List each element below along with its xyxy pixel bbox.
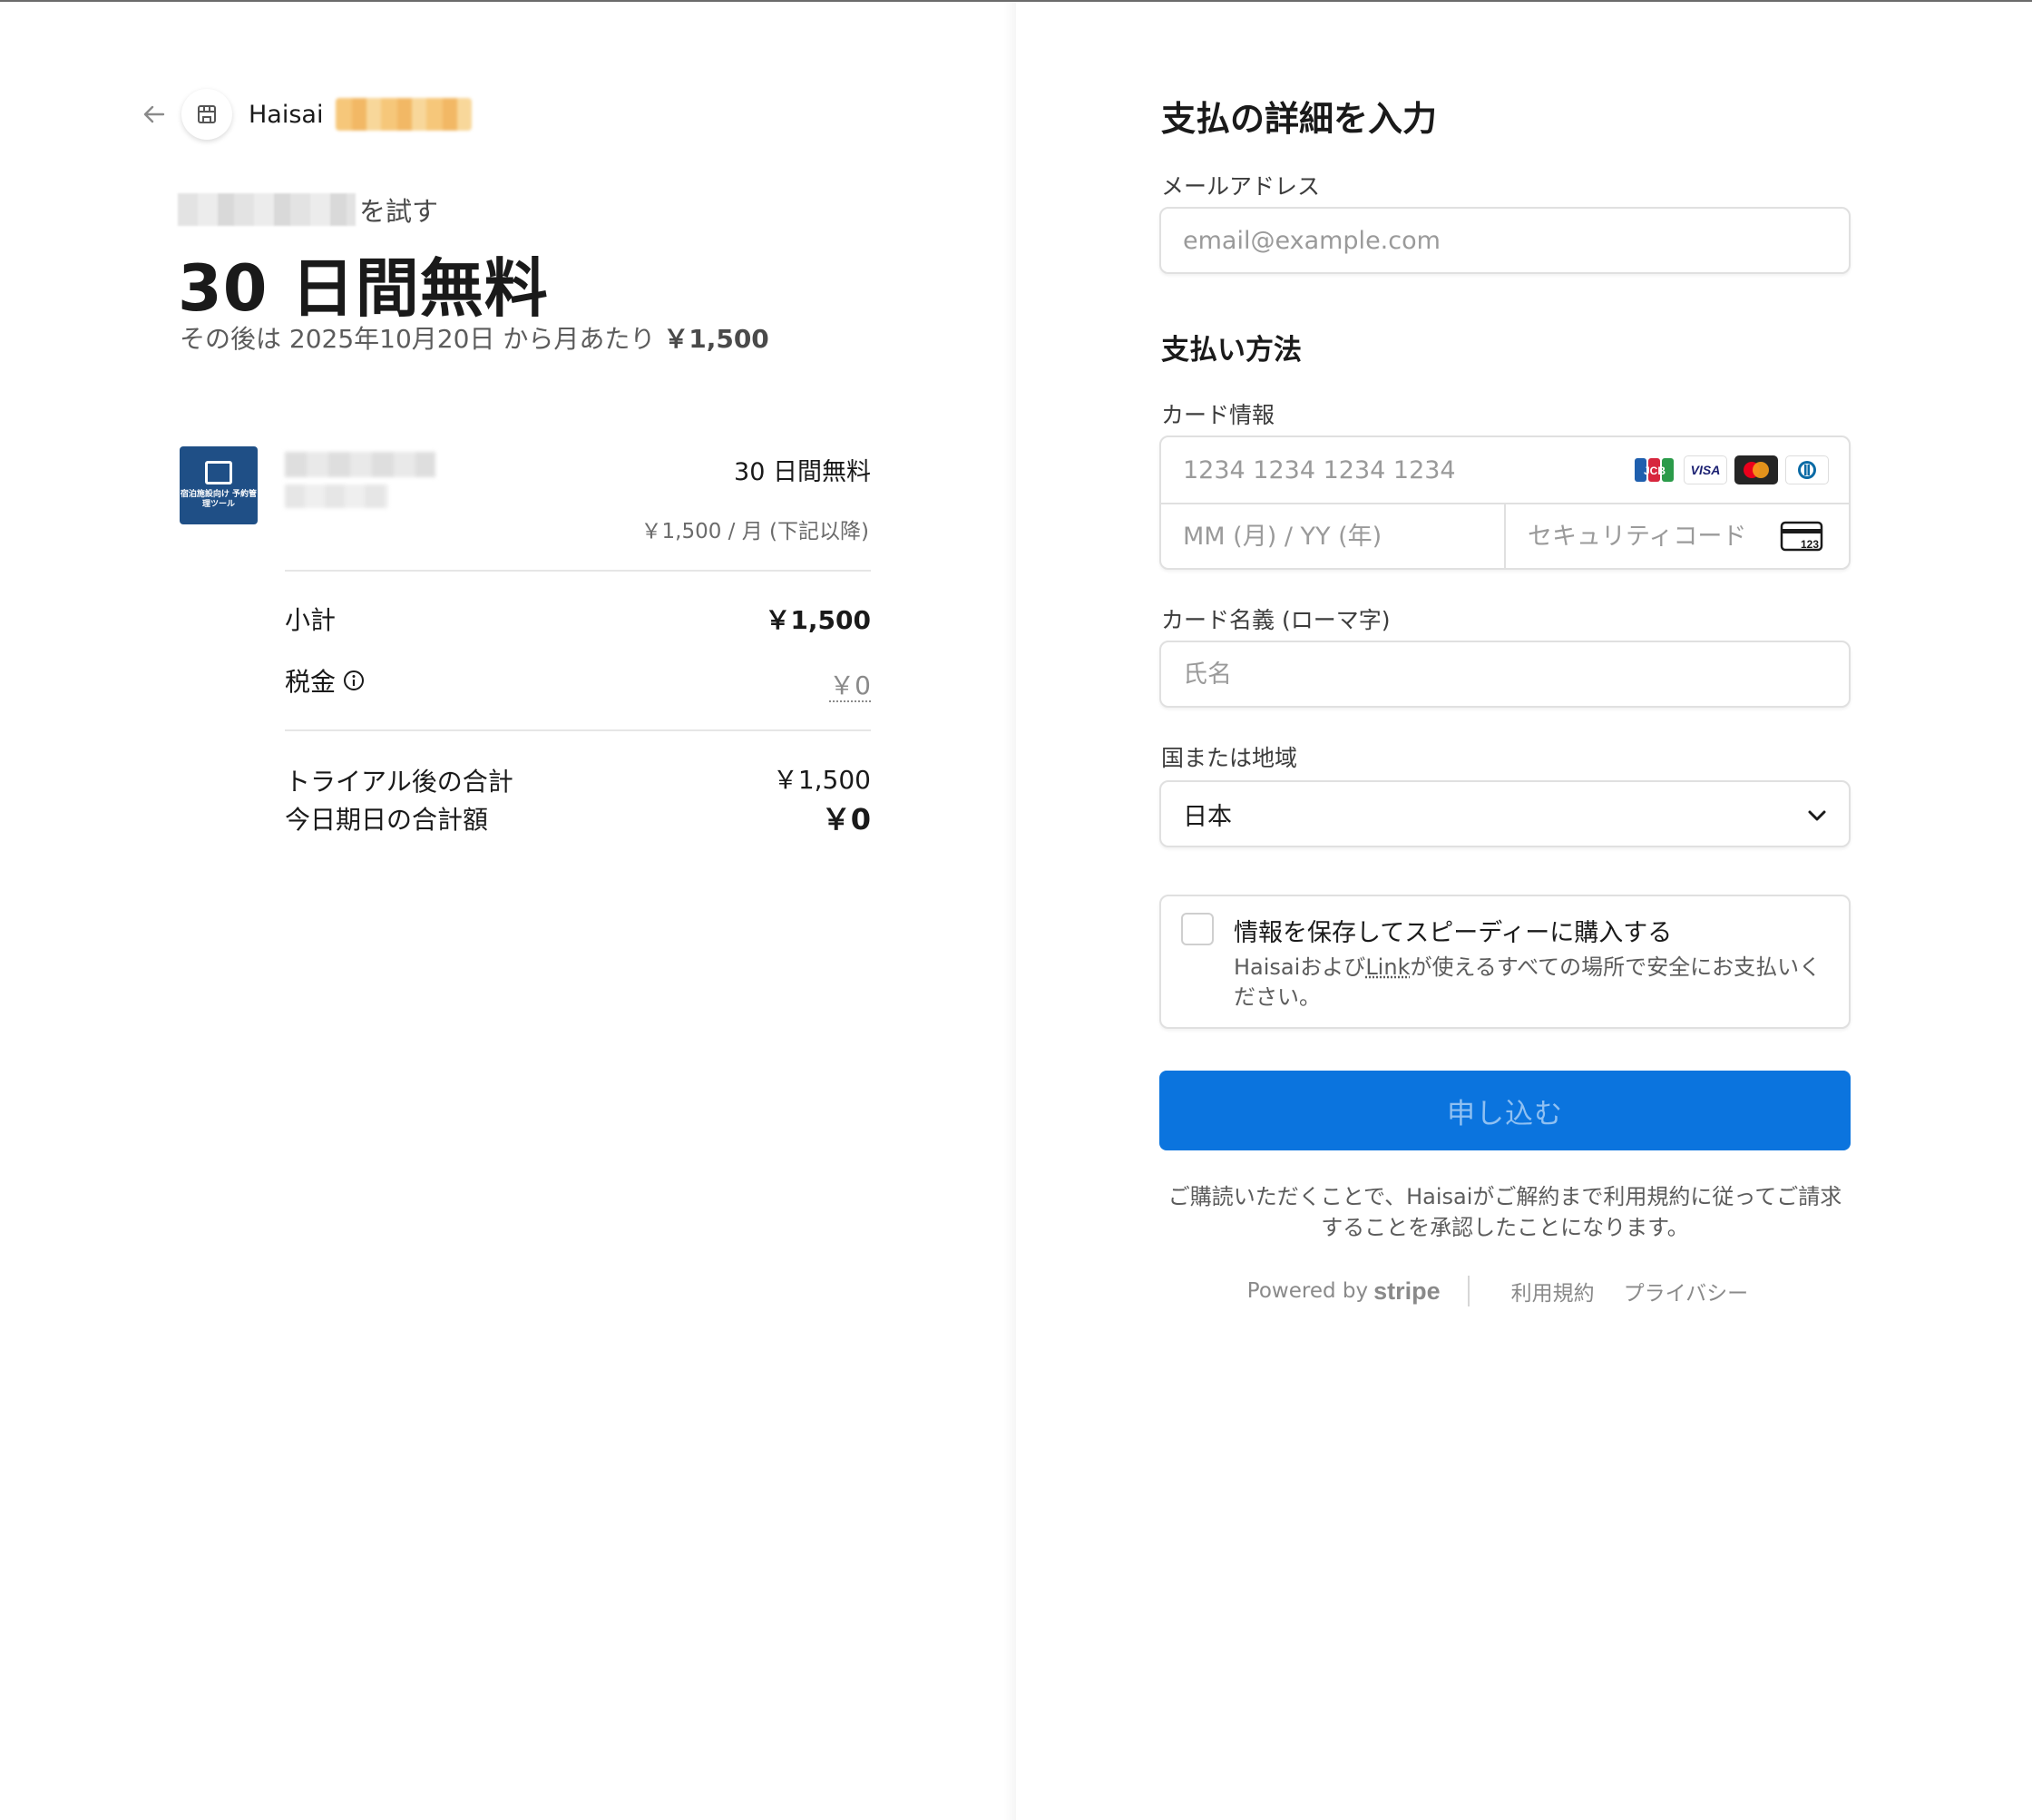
link-service-link[interactable]: Link <box>1365 954 1410 980</box>
jcb-icon: JCB <box>1633 455 1676 484</box>
cvc-card-icon: 123 <box>1780 521 1823 557</box>
diners-club-icon <box>1785 455 1829 484</box>
powered-by-label: Powered by <box>1246 1279 1369 1303</box>
tax-value[interactable]: ￥0 <box>829 670 871 702</box>
divider <box>285 570 871 572</box>
svg-text:123: 123 <box>1801 538 1819 551</box>
cardholder-name-field[interactable] <box>1159 641 1851 708</box>
card-info-label: カード情報 <box>1161 402 1275 428</box>
info-icon[interactable] <box>343 670 365 691</box>
legal-notice: ご購読いただくことで、Haisaiがご解約まで利用規約に従ってご請求することを承… <box>1167 1184 1842 1240</box>
card-cvc-field[interactable] <box>1506 504 1778 568</box>
chevron-down-icon <box>1805 804 1829 834</box>
country-value: 日本 <box>1183 802 1232 831</box>
product-image: 宿泊施設向け 予約管理ツール <box>180 446 258 524</box>
form-title: 支払の詳細を入力 <box>1161 99 1438 139</box>
due-today-value: ￥0 <box>821 802 871 837</box>
save-info-description: HaisaiおよびLinkが使えるすべての場所で安全にお支払いください。 <box>1234 953 1823 1013</box>
country-select[interactable]: 日本 <box>1159 780 1851 847</box>
subtotal-value: ￥1,500 <box>765 605 871 635</box>
panel-divider <box>1003 2 1016 1820</box>
after-trial-price: ￥1,500 <box>663 324 769 354</box>
cardholder-label: カード名義 (ローマ字) <box>1161 607 1391 633</box>
card-brand-logos: JCB VISA <box>1633 455 1829 484</box>
try-line: を試す <box>178 191 438 229</box>
try-suffix: を試す <box>359 196 439 227</box>
payment-method-title: 支払い方法 <box>1161 334 1302 367</box>
after-trial-prefix: その後は 2025年10月20日 から月あたり <box>180 324 664 354</box>
card-input-group: JCB VISA 123 <box>1159 435 1851 570</box>
tax-label: 税金 <box>285 667 337 697</box>
product-trial-label: 30 日間無料 <box>734 458 871 486</box>
email-field[interactable] <box>1159 207 1851 274</box>
product-image-text: 宿泊施設向け 予約管理ツール <box>180 490 258 509</box>
mastercard-icon <box>1734 455 1778 484</box>
tax-row: 税金 <box>285 662 365 699</box>
merchant-name: Haisai <box>249 100 324 129</box>
country-label: 国または地域 <box>1161 745 1298 771</box>
redacted-product-subtitle <box>285 484 388 508</box>
product-price-detail: ￥1,500 / 月 (下記以降) <box>640 520 869 543</box>
svg-text:VISA: VISA <box>1691 463 1721 477</box>
brand-header: Haisai <box>138 89 473 140</box>
calendar-icon <box>205 461 232 484</box>
card-expiry-field[interactable] <box>1161 504 1504 568</box>
subscribe-button[interactable]: 申し込む <box>1159 1071 1851 1150</box>
after-trial-price-line: その後は 2025年10月20日 から月あたり ￥1,500 <box>180 319 769 356</box>
subtotal-label: 小計 <box>285 605 337 635</box>
redacted-merchant-suffix <box>336 98 473 131</box>
redacted-product-name <box>178 193 356 226</box>
stripe-logo[interactable]: stripe <box>1373 1277 1441 1306</box>
footer-divider <box>1467 1276 1470 1306</box>
trial-title: 30 日間無料 <box>178 251 549 326</box>
back-arrow-icon[interactable] <box>138 98 171 131</box>
save-info-checkbox[interactable] <box>1181 913 1214 945</box>
save-info-box: 情報を保存してスピーディーに購入する HaisaiおよびLinkが使えるすべての… <box>1159 895 1851 1029</box>
save-info-title: 情報を保存してスピーディーに購入する <box>1234 919 1673 947</box>
privacy-link[interactable]: プライバシー <box>1624 1276 1749 1306</box>
save-desc-prefix: Haisaiおよび <box>1234 954 1366 980</box>
store-icon <box>181 89 232 140</box>
visa-icon: VISA <box>1684 455 1727 484</box>
divider <box>285 729 871 731</box>
due-today-label: 今日期日の合計額 <box>285 805 489 835</box>
email-label: メールアドレス <box>1161 173 1321 200</box>
terms-link[interactable]: 利用規約 <box>1511 1276 1595 1306</box>
redacted-product-title <box>285 452 435 477</box>
after-trial-total-label: トライアル後の合計 <box>285 767 513 797</box>
svg-text:JCB: JCB <box>1644 465 1666 477</box>
after-trial-total-value: ￥1,500 <box>772 765 871 795</box>
footer: Powered by stripe 利用規約 プライバシー <box>1161 1276 1849 1306</box>
